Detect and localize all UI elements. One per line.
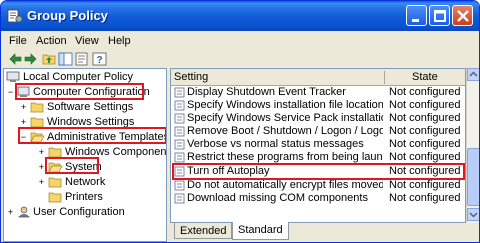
view-tabs: Extended Standard [170, 222, 466, 242]
policy-icon [174, 100, 185, 111]
scroll-up-button[interactable] [467, 68, 479, 81]
policy-name: Remove Boot / Shutdown / Logon / Logoff.… [187, 125, 383, 137]
policy-icon [174, 152, 185, 163]
policy-icon [174, 193, 185, 204]
folder-icon [48, 177, 62, 188]
highlight-computer-configuration [15, 83, 144, 100]
maximize-icon [434, 10, 446, 22]
folder-icon [30, 102, 44, 113]
scroll-down-button[interactable] [467, 208, 479, 221]
policy-icon [174, 87, 185, 98]
policy-state: Not configured [389, 192, 461, 204]
tree-item-network[interactable]: + Network [36, 174, 166, 190]
close-icon [457, 10, 469, 22]
policy-state: Not configured [389, 151, 461, 163]
svg-text:?: ? [97, 55, 103, 66]
vertical-scrollbar[interactable] [466, 68, 479, 223]
tree-label-printers: Printers [65, 191, 103, 203]
forward-arrow-icon[interactable] [23, 52, 38, 66]
title-bar[interactable]: Group Policy [1, 1, 479, 31]
policy-name: Specify Windows installation file locati… [187, 99, 383, 111]
menu-help[interactable]: Help [108, 35, 131, 47]
list-item[interactable]: Download missing COM components Not conf… [171, 192, 465, 205]
help-icon[interactable]: ? [92, 52, 107, 66]
column-divider[interactable] [384, 71, 385, 84]
menu-view[interactable]: View [75, 35, 99, 47]
computer-policy-icon [6, 71, 20, 82]
list-item[interactable]: Verbose vs normal status messages Not co… [171, 138, 465, 151]
back-arrow-icon[interactable] [8, 52, 23, 66]
show-tree-icon[interactable] [58, 52, 73, 66]
settings-list: Setting State Display Shutdown Event Tra… [170, 68, 466, 223]
policy-state: Not configured [389, 125, 461, 137]
column-header-state[interactable]: State [412, 71, 438, 83]
policy-icon [174, 139, 185, 150]
policy-state: Not configured [389, 99, 461, 111]
tree-pane: Local Computer Policy − Computer Configu… [3, 68, 167, 242]
group-policy-window: Group Policy File Action View Help ? Loc… [0, 0, 480, 243]
list-item[interactable]: Remove Boot / Shutdown / Logon / Logoff.… [171, 125, 465, 138]
folder-icon [48, 192, 62, 203]
tree-label-local-computer-policy: Local Computer Policy [23, 71, 134, 83]
column-header-setting[interactable]: Setting [174, 71, 208, 83]
policy-name: Do not automatically encrypt files moved… [187, 179, 383, 191]
policy-state: Not configured [389, 112, 461, 124]
policy-state: Not configured [389, 86, 461, 98]
scroll-down-arrow-icon [469, 212, 478, 218]
expand-icon[interactable]: + [20, 103, 27, 112]
toolbar: ? [3, 51, 477, 67]
minimize-icon [412, 19, 419, 22]
policy-icon [174, 180, 185, 191]
minimize-button[interactable] [406, 5, 427, 26]
policy-state: Not configured [389, 179, 461, 191]
highlight-system [45, 157, 99, 174]
policy-name: Download missing COM components [187, 192, 368, 204]
tree-label-software-settings: Software Settings [47, 101, 134, 113]
scroll-up-arrow-icon [469, 71, 478, 77]
expand-icon[interactable]: + [20, 118, 27, 127]
policy-name: Specify Windows Service Pack installatio… [187, 112, 383, 124]
user-icon [18, 206, 30, 218]
list-item[interactable]: Display Shutdown Event Tracker Not confi… [171, 86, 465, 99]
tree-item-software-settings[interactable]: + Software Settings [18, 99, 164, 115]
highlight-administrative-templates [18, 127, 166, 144]
menu-bar: File Action View Help [3, 32, 477, 51]
tree-label-user-configuration: User Configuration [33, 206, 125, 218]
tree-item-printers[interactable]: Printers [36, 189, 166, 205]
policy-state: Not configured [389, 138, 461, 150]
tree-label-network: Network [65, 176, 106, 188]
tree-item-user-configuration[interactable]: + User Configuration [6, 204, 166, 220]
scroll-thumb[interactable] [467, 148, 479, 206]
policy-icon [174, 126, 185, 137]
group-policy-icon [7, 9, 23, 23]
up-folder-icon[interactable] [42, 52, 57, 66]
list-header: Setting State [171, 69, 465, 86]
expand-icon[interactable]: + [38, 148, 45, 157]
list-item[interactable]: Do not automatically encrypt files moved… [171, 179, 465, 192]
expand-icon[interactable]: + [7, 208, 14, 217]
maximize-button[interactable] [429, 5, 450, 26]
list-item[interactable]: Specify Windows Service Pack installatio… [171, 112, 465, 125]
tab-extended[interactable]: Extended [174, 223, 233, 239]
window-title: Group Policy [27, 8, 108, 23]
properties-icon[interactable] [74, 52, 89, 66]
expand-icon[interactable]: + [38, 163, 45, 172]
policy-name: Display Shutdown Event Tracker [187, 86, 346, 98]
list-item[interactable]: Specify Windows installation file locati… [171, 99, 465, 112]
policy-icon [174, 113, 185, 124]
menu-file[interactable]: File [9, 35, 27, 47]
highlight-turn-off-autoplay [172, 163, 465, 180]
policy-name: Verbose vs normal status messages [187, 138, 364, 150]
policy-name: Restrict these programs from being launc… [187, 151, 383, 163]
menu-action[interactable]: Action [36, 35, 67, 47]
tab-standard[interactable]: Standard [232, 222, 289, 240]
close-button[interactable] [452, 5, 473, 26]
expand-icon[interactable]: + [38, 178, 45, 187]
collapse-icon[interactable]: − [7, 88, 14, 97]
